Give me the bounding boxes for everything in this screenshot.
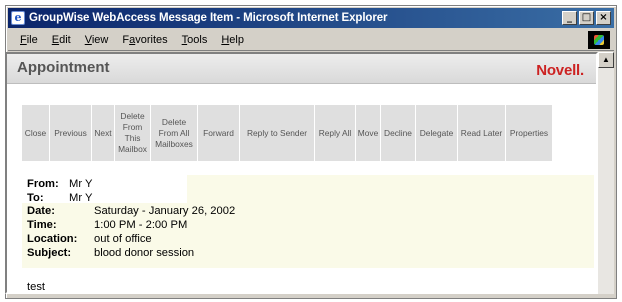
location-row: Location: out of office — [27, 233, 152, 245]
date-label: Date: — [27, 205, 55, 217]
move-button[interactable]: Move — [356, 105, 380, 161]
to-row: To: Mr Y — [27, 192, 92, 204]
minimize-button[interactable]: _ — [562, 11, 577, 25]
date-value: Saturday - January 26, 2002 — [94, 205, 236, 217]
location-value: out of office — [94, 233, 152, 245]
to-value: Mr Y — [69, 192, 93, 204]
maximize-button[interactable]: □ — [579, 11, 594, 25]
menu-view[interactable]: View — [85, 34, 109, 46]
page-content: Appointment Novell. Close Previous Next … — [5, 52, 598, 294]
reply-to-sender-button[interactable]: Reply to Sender — [240, 105, 314, 161]
menu-file[interactable]: File — [20, 34, 38, 46]
read-later-button[interactable]: Read Later — [458, 105, 505, 161]
from-row: From: Mr Y — [27, 178, 92, 190]
date-row: Date: Saturday - January 26, 2002 — [27, 205, 235, 217]
delete-from-all-mailboxes-button[interactable]: Delete From All Mailboxes — [151, 105, 197, 161]
to-label: To: — [27, 192, 44, 204]
location-label: Location: — [27, 233, 78, 245]
window-title: GroupWise WebAccess Message Item - Micro… — [29, 12, 388, 24]
menu-edit[interactable]: Edit — [52, 34, 71, 46]
from-value: Mr Y — [69, 178, 93, 190]
message-body: test — [27, 281, 46, 293]
previous-button[interactable]: Previous — [50, 105, 91, 161]
page-title: Appointment — [17, 59, 110, 76]
menu-bar: File Edit View Favorites Tools Help — [8, 29, 614, 51]
next-button[interactable]: Next — [92, 105, 114, 161]
delegate-button[interactable]: Delegate — [416, 105, 457, 161]
menu-favorites[interactable]: Favorites — [122, 34, 167, 46]
decline-button[interactable]: Decline — [381, 105, 415, 161]
reply-all-button[interactable]: Reply All — [315, 105, 355, 161]
page-header: Appointment Novell. — [7, 54, 596, 84]
subject-value: blood donor session — [94, 247, 195, 259]
vertical-scrollbar[interactable]: ▲ — [598, 52, 614, 294]
close-window-button[interactable]: × — [596, 11, 611, 25]
properties-button[interactable]: Properties — [506, 105, 552, 161]
menu-tools[interactable]: Tools — [182, 34, 208, 46]
delete-from-this-mailbox-button[interactable]: Delete From This Mailbox — [115, 105, 150, 161]
time-value: 1:00 PM - 2:00 PM — [94, 219, 188, 231]
internet-explorer-icon: e — [11, 11, 25, 25]
menu-help[interactable]: Help — [221, 34, 244, 46]
subject-label: Subject: — [27, 247, 72, 259]
time-row: Time: 1:00 PM - 2:00 PM — [27, 219, 187, 231]
time-label: Time: — [27, 219, 57, 231]
action-toolbar: Close Previous Next Delete From This Mai… — [22, 105, 552, 161]
subject-row: Subject: blood donor session — [27, 247, 194, 259]
novell-logo: Novell. — [536, 62, 584, 79]
window-controls: _ □ × — [562, 11, 611, 25]
scroll-up-arrow-icon[interactable]: ▲ — [598, 52, 614, 68]
from-label: From: — [27, 178, 59, 190]
windows-logo-icon — [588, 31, 610, 49]
close-button[interactable]: Close — [22, 105, 49, 161]
forward-button[interactable]: Forward — [198, 105, 239, 161]
title-bar[interactable]: e GroupWise WebAccess Message Item - Mic… — [8, 8, 614, 28]
